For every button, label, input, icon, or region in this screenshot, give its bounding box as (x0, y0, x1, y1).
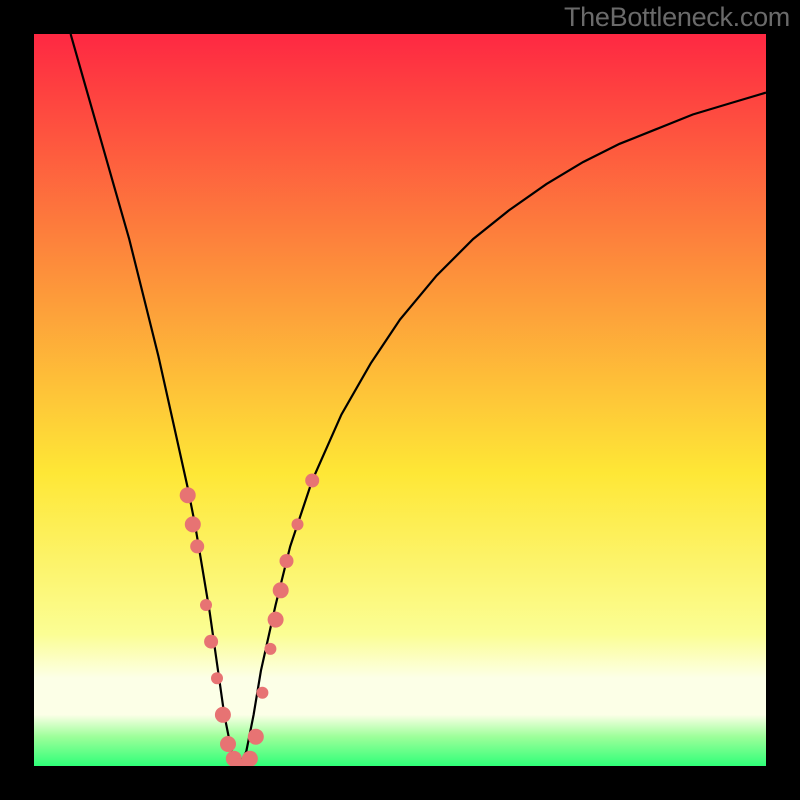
data-point (220, 736, 236, 752)
bottleneck-curve (71, 34, 766, 766)
data-point (305, 474, 319, 488)
data-point (242, 751, 258, 766)
data-point (256, 687, 268, 699)
data-point (215, 707, 231, 723)
data-point (180, 487, 196, 503)
data-point (280, 554, 294, 568)
data-point (190, 539, 204, 553)
data-point (268, 612, 284, 628)
data-point (248, 729, 264, 745)
data-point (204, 635, 218, 649)
data-point (273, 582, 289, 598)
chart-frame: TheBottleneck.com (0, 0, 800, 800)
data-point (264, 643, 276, 655)
curve-layer (34, 34, 766, 766)
data-points-group (180, 474, 320, 767)
data-point (185, 516, 201, 532)
plot-area (34, 34, 766, 766)
data-point (211, 672, 223, 684)
data-point (200, 599, 212, 611)
data-point (292, 518, 304, 530)
watermark-text: TheBottleneck.com (564, 2, 790, 33)
